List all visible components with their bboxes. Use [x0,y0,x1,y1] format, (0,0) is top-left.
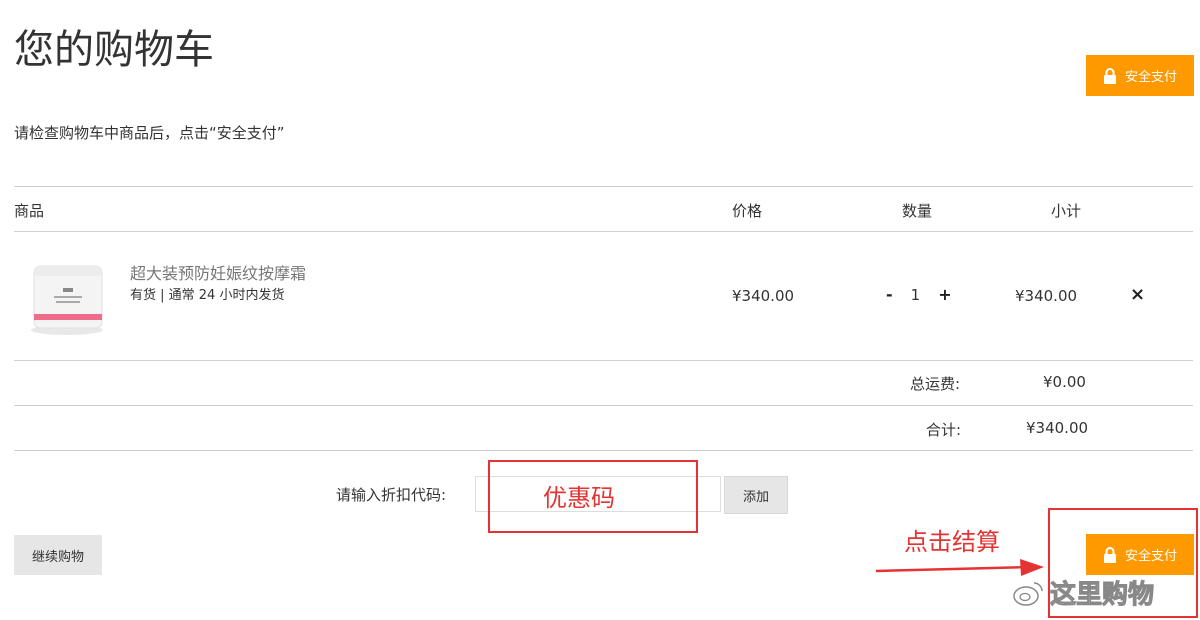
watermark-text: 这里购物 [1049,580,1155,611]
secure-pay-button-bottom[interactable]: 安全支付 [1086,534,1194,575]
product-subtotal: ¥340.00 [1015,287,1078,305]
header-price: 价格 [732,202,763,220]
total-label: 合计: [926,421,962,439]
lock-icon [1103,67,1116,84]
shipping-label: 总运费: [910,375,961,393]
divider [14,450,1193,451]
product-price: ¥340.00 [732,287,795,305]
add-coupon-button[interactable]: 添加 [724,476,788,514]
secure-pay-label: 安全支付 [1124,70,1177,85]
remove-item-button[interactable]: × [1130,284,1145,305]
instructions-text: 请检查购物车中商品后，点击“安全支付” [14,124,285,142]
divider [14,186,1193,187]
shipping-value: ¥0.00 [1043,373,1086,391]
decrease-quantity-button[interactable]: - [886,285,893,304]
checkout-annotation: 点击结算 [904,528,1000,556]
divider [14,405,1193,406]
product-thumbnail[interactable] [22,258,112,338]
coupon-annotation: 优惠码 [543,484,615,512]
total-value: ¥340.00 [1026,419,1089,437]
product-name[interactable]: 超大装预防妊娠纹按摩霜 [130,260,306,284]
quantity-value[interactable]: 1 [911,286,921,304]
lock-icon [1103,546,1116,563]
quantity-stepper: - 1 + [886,285,952,304]
weibo-logo-icon [1013,581,1043,606]
header-product: 商品 [14,202,45,220]
continue-shopping-button[interactable]: 继续购物 [14,535,102,575]
header-subtotal: 小计 [1051,202,1082,220]
coupon-label: 请输入折扣代码: [336,486,447,504]
page-title: 您的购物车 [14,27,214,73]
increase-quantity-button[interactable]: + [938,285,951,304]
header-quantity: 数量 [902,202,933,220]
secure-pay-button-top[interactable]: 安全支付 [1086,55,1194,96]
watermark: 这里购物 [1012,574,1155,611]
divider [14,360,1193,361]
divider [14,231,1193,232]
product-stock-status: 有货 | 通常 24 小时内发货 [130,288,285,303]
secure-pay-label: 安全支付 [1124,549,1177,564]
